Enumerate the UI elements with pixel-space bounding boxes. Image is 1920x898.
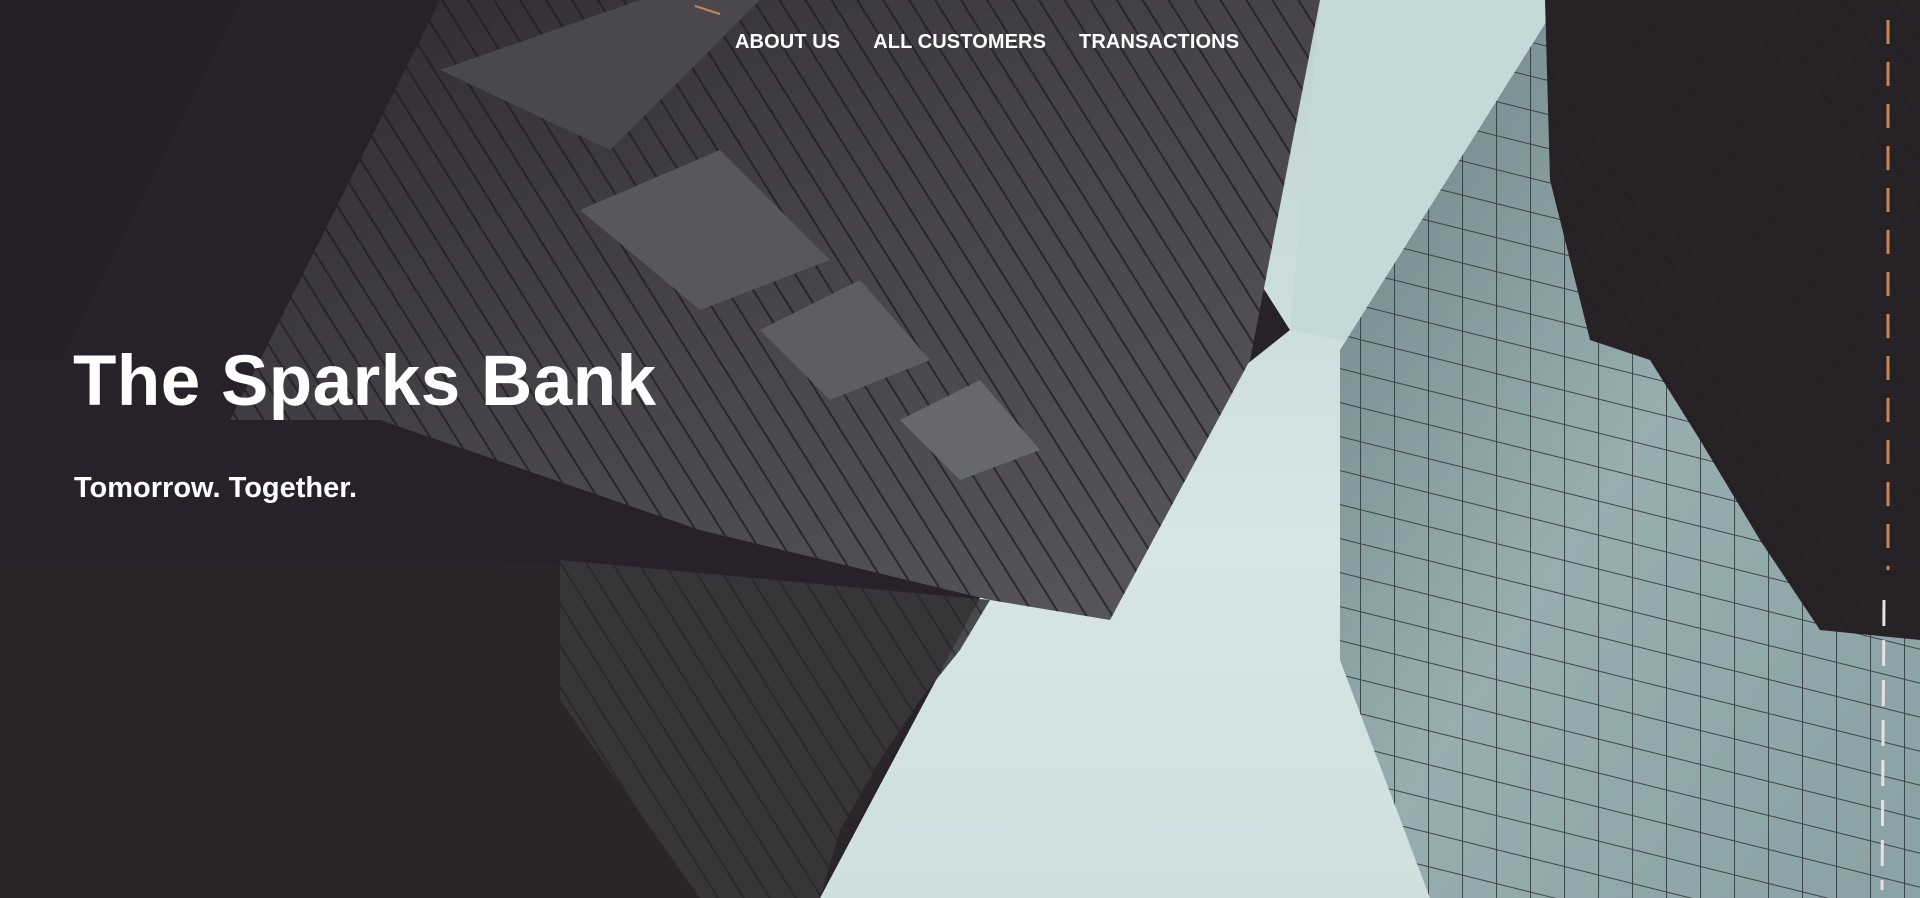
hero-title: The Sparks Bank xyxy=(73,342,657,421)
hero-background-image xyxy=(0,0,1920,898)
nav-about-us-link[interactable]: ABOUT US xyxy=(735,30,840,54)
nav-all-customers-link[interactable]: ALL CUSTOMERS xyxy=(873,30,1046,54)
hero-tagline: Tomorrow. Together. xyxy=(74,472,358,504)
nav-transactions-link[interactable]: TRANSACTIONS xyxy=(1079,30,1239,54)
main-nav: ABOUT US ALL CUSTOMERS TRANSACTIONS xyxy=(735,30,1239,54)
hero-section: ABOUT US ALL CUSTOMERS TRANSACTIONS The … xyxy=(0,0,1920,898)
